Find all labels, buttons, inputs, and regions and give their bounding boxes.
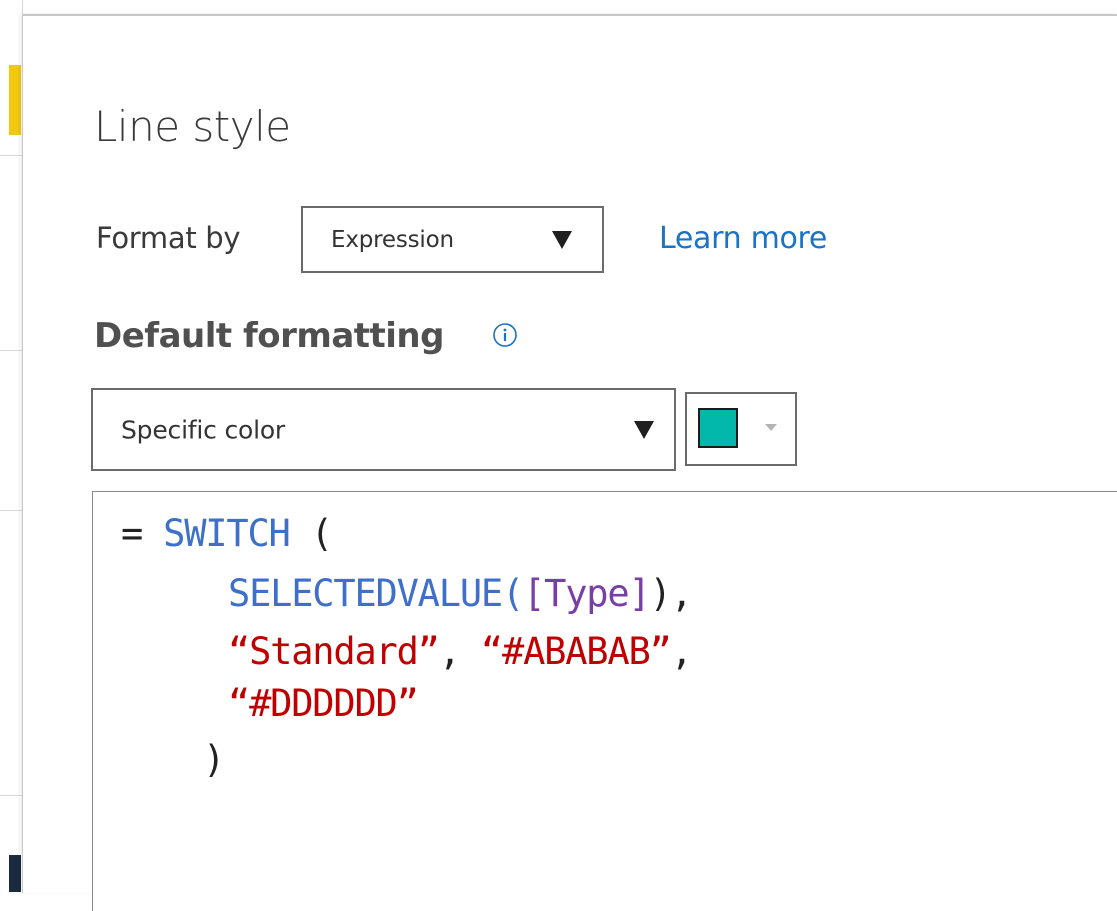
dropdown-arrow-icon: [552, 230, 572, 249]
line-style-dialog: Line style Format by Expression Learn mo…: [22, 15, 1117, 911]
code-token: ): [203, 738, 225, 781]
format-by-dropdown[interactable]: Expression: [301, 206, 604, 273]
background-accent-yellow: [9, 65, 21, 135]
code-line-2: SELECTEDVALUE([Type]),: [228, 572, 693, 615]
code-token-string: “Standard”: [228, 630, 440, 673]
background-app-strip: [0, 0, 23, 892]
code-token-string: “#DDDDDD”: [228, 682, 419, 725]
background-divider: [0, 350, 22, 351]
background-divider: [0, 795, 22, 796]
code-token-column: [Type]: [523, 572, 651, 615]
formatting-mode-selected-value: Specific color: [121, 415, 286, 444]
code-token: ,: [438, 630, 461, 673]
dax-expression-editor[interactable]: = SWITCH ( SELECTEDVALUE([Type]), “Stand…: [92, 491, 1117, 911]
color-swatch: [698, 408, 738, 448]
code-token: ,: [670, 630, 693, 673]
code-token-keyword: SELECTEDVALUE(: [228, 572, 524, 615]
format-by-label: Format by: [96, 221, 241, 255]
dialog-title: Line style: [94, 102, 291, 151]
info-icon[interactable]: [492, 322, 518, 348]
code-token-keyword: SWITCH: [163, 512, 291, 555]
code-line-5: ): [203, 738, 225, 781]
code-line-4: “#DDDDDD”: [228, 682, 419, 725]
code-token: (: [310, 512, 333, 555]
color-picker-button[interactable]: [685, 392, 797, 466]
dropdown-arrow-icon: [634, 420, 654, 439]
background-divider: [0, 510, 22, 511]
background-divider: [0, 155, 22, 156]
code-token: ),: [649, 572, 693, 615]
code-token-string: “#ABABAB”: [480, 630, 672, 673]
chevron-down-icon: [765, 424, 777, 431]
code-token: =: [121, 512, 143, 555]
background-top-edge: [0, 0, 1117, 15]
default-formatting-mode-dropdown[interactable]: Specific color: [91, 388, 676, 471]
background-accent-dark: [9, 855, 21, 892]
format-by-selected-value: Expression: [331, 226, 454, 253]
code-line-1: = SWITCH (: [121, 512, 333, 555]
default-formatting-label: Default formatting: [94, 316, 444, 356]
code-line-3: “Standard”, “#ABABAB”,: [228, 630, 693, 673]
learn-more-link[interactable]: Learn more: [659, 221, 827, 256]
